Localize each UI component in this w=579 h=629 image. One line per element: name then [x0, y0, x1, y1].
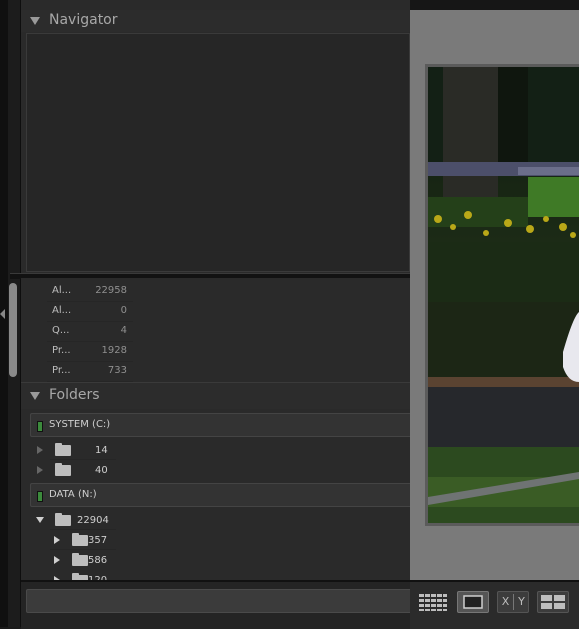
loupe-view-button[interactable]	[457, 591, 489, 613]
list-item[interactable]: Q... 4	[47, 321, 133, 342]
collapse-arrow-icon[interactable]	[36, 517, 44, 523]
main-top-strip	[410, 0, 579, 10]
expand-arrow-icon[interactable]	[37, 466, 43, 474]
expand-triangle-icon[interactable]	[30, 17, 40, 25]
volume-data[interactable]: DATA (N:)	[30, 483, 410, 507]
volume-status-led	[37, 421, 43, 432]
folders-header[interactable]: Folders	[21, 382, 410, 409]
folder-icon	[55, 443, 71, 456]
stat-count: 0	[120, 305, 127, 316]
folder-row[interactable]: 357	[30, 530, 360, 550]
panel-scrollbar[interactable]	[9, 283, 17, 377]
photo-image	[428, 67, 579, 523]
grid-view-icon	[419, 594, 447, 611]
folder-name: 357	[88, 535, 108, 546]
compare-y-label: Y	[518, 595, 525, 608]
folder-row[interactable]: 586	[30, 550, 360, 570]
folder-row[interactable]: 40	[30, 460, 360, 480]
survey-view-icon	[541, 595, 565, 609]
list-item[interactable]: Al... 0	[47, 301, 133, 322]
volume-system[interactable]: SYSTEM (C:)	[30, 413, 410, 437]
compare-view-button[interactable]: X Y	[497, 591, 529, 613]
folder-name: 14	[95, 445, 108, 456]
navigator-title: Navigator	[49, 12, 118, 28]
folder-icon	[72, 533, 88, 546]
compare-x-label: X	[501, 595, 510, 608]
folder-name: 40	[95, 465, 108, 476]
collapse-left-panel-icon[interactable]	[0, 309, 5, 319]
list-item[interactable]: Pr... 1928	[47, 341, 133, 362]
stat-label: Pr...	[52, 345, 71, 356]
expand-arrow-icon[interactable]	[54, 536, 60, 544]
stat-label: Al...	[52, 285, 72, 296]
stat-count: 1928	[101, 345, 127, 356]
navigator-preview[interactable]	[26, 33, 410, 272]
folder-row[interactable]: 14	[30, 440, 360, 460]
stat-count: 733	[107, 365, 127, 376]
stat-label: Pr...	[52, 365, 71, 376]
folder-icon	[72, 553, 88, 566]
folder-icon	[55, 463, 71, 476]
expand-triangle-icon[interactable]	[30, 392, 40, 400]
survey-view-button[interactable]	[537, 591, 569, 613]
folder-name: 22904	[77, 515, 109, 526]
volume-status-led	[37, 491, 43, 502]
folder-row[interactable]: 22904	[30, 510, 360, 530]
list-item[interactable]: Al... 22958	[47, 281, 133, 302]
stat-count: 4	[120, 325, 127, 336]
folder-row[interactable]: 120	[30, 570, 360, 580]
grid-view-button[interactable]	[417, 591, 449, 613]
folders-title: Folders	[49, 387, 100, 403]
list-item[interactable]: Pr... 733	[47, 361, 133, 382]
folder-icon	[55, 513, 71, 526]
stat-label: Q...	[52, 325, 70, 336]
volume-label: SYSTEM (C:)	[49, 419, 111, 430]
stat-count: 22958	[95, 285, 127, 296]
folder-name: 586	[88, 555, 108, 566]
panel-filter-field[interactable]	[26, 589, 410, 613]
navigator-header[interactable]: Navigator	[21, 10, 410, 32]
photo-preview[interactable]	[428, 67, 579, 523]
loupe-view-icon	[463, 595, 483, 609]
stat-label: Al...	[52, 305, 72, 316]
volume-label: DATA (N:)	[49, 489, 97, 500]
expand-arrow-icon[interactable]	[54, 556, 60, 564]
expand-arrow-icon[interactable]	[37, 446, 43, 454]
